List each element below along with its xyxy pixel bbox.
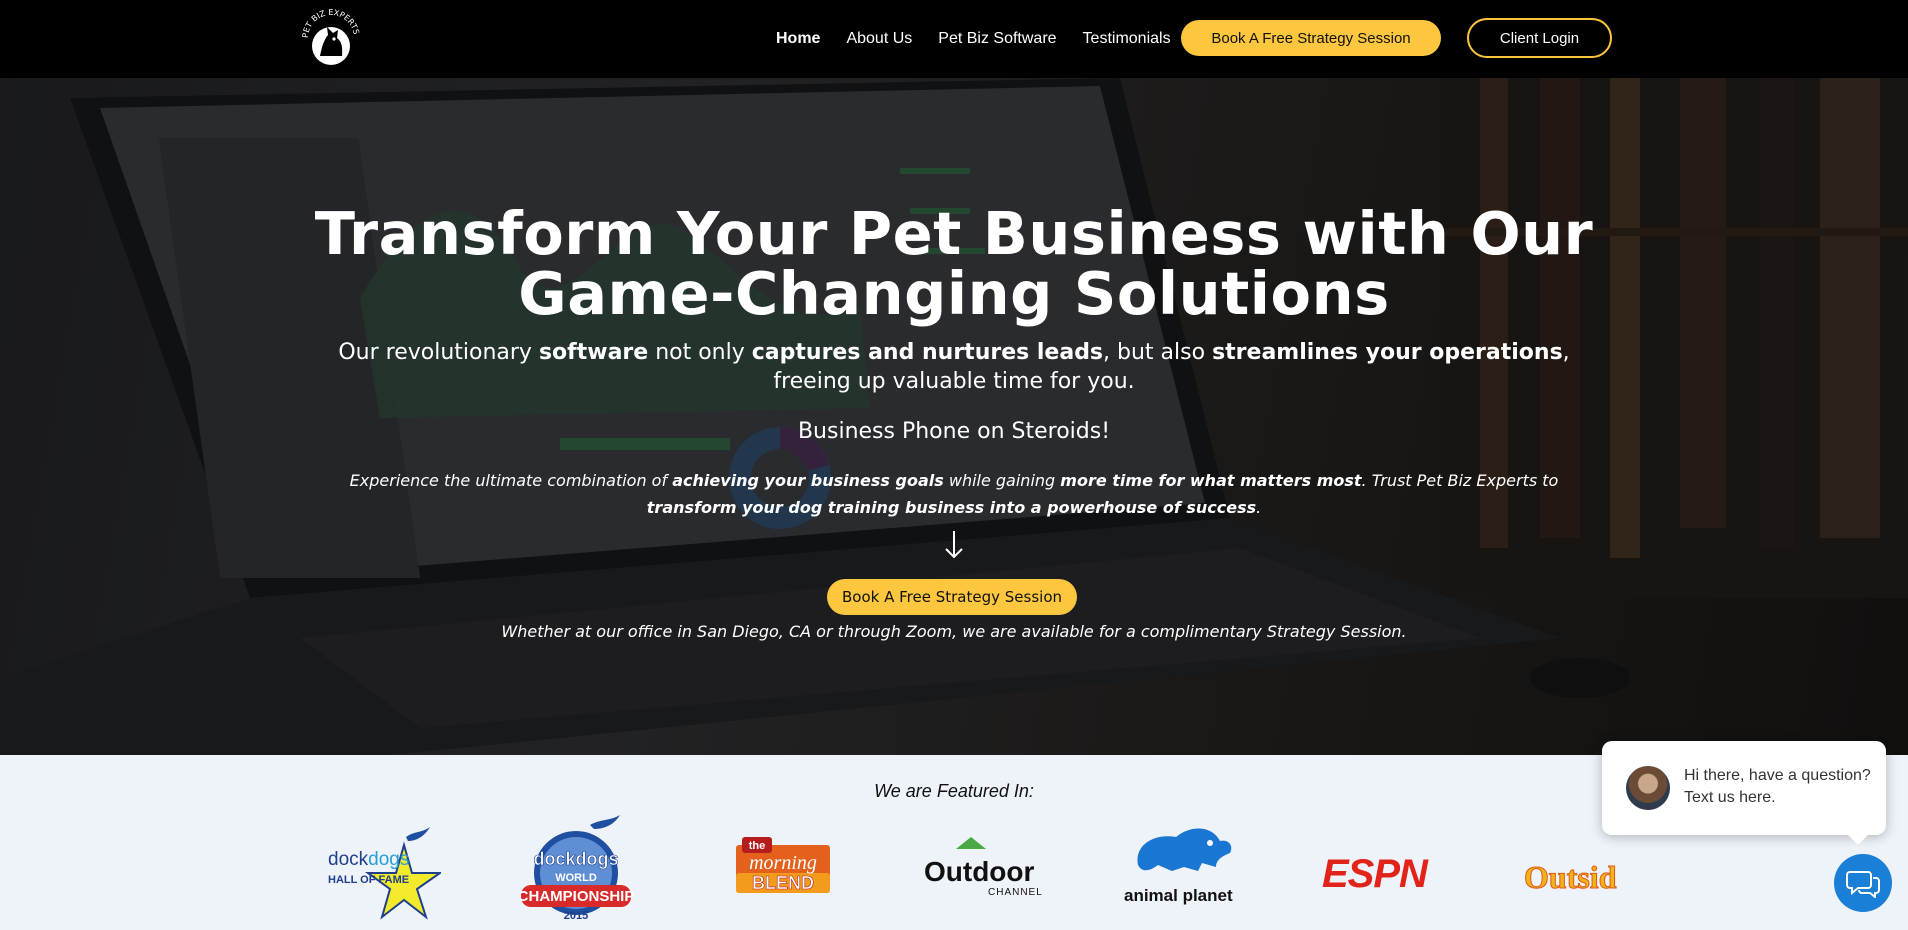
dockdogs-world-championship: CHAMPIONSHIP [520, 888, 634, 905]
hero-title-line2: Game-Changing Solutions [518, 259, 1390, 328]
chat-message: Hi there, have a question? Text us here. [1684, 767, 1871, 806]
top-navbar: PET BIZ EXPERTS Home About Us Pet Biz So… [0, 0, 1908, 78]
hero-sub-bold-2: captures and nurtures leads [751, 340, 1104, 365]
hero-sub-bold-3: streamlines your operations [1212, 340, 1563, 365]
hero-content: Transform Your Pet Business with Our Gam… [0, 78, 1908, 755]
dockdogs-hof-dogs: dogs [368, 849, 409, 870]
outdoor-channel-main: Outdoor [924, 856, 1035, 887]
dockdogs-world-year: 2015 [564, 910, 588, 922]
dockdogs-hof-dock: dock [328, 849, 369, 870]
chat-agent-avatar [1626, 766, 1670, 810]
espn-text: ESPN [1322, 852, 1429, 896]
exp-bold-1: achieving your business goals [672, 471, 944, 490]
chat-launcher-button[interactable] [1834, 854, 1892, 912]
hero-title-line1: Transform Your Pet Business with Our [314, 199, 1594, 268]
exp-text-1: Experience the ultimate combination of [349, 471, 673, 490]
hero-title: Transform Your Pet Business with Our Gam… [254, 204, 1654, 324]
outdoor-channel-logo: Outdoor CHANNEL [924, 815, 1042, 925]
dockdogs-world-world: WORLD [555, 872, 597, 884]
arrow-down-icon [940, 528, 968, 562]
animal-planet-text: animal planet [1124, 886, 1233, 905]
dockdogs-hall-of-fame-logo: dockdogs HALL OF FAME [326, 815, 441, 925]
animal-planet-logo: animal planet [1124, 815, 1242, 925]
exp-text-3: . Trust Pet Biz Experts to [1361, 471, 1559, 490]
dockdogs-world-title: dockdogs [533, 849, 618, 869]
hero-sub-text-2: not only [648, 340, 752, 365]
morning-blend-the: the [749, 840, 766, 852]
hero-subtitle: Our revolutionary software not only capt… [304, 338, 1604, 396]
morning-blend-blend: BLEND [752, 873, 814, 893]
morning-blend-morning: morning [749, 852, 817, 874]
main-menu: Home About Us Pet Biz Software Testimoni… [776, 0, 1197, 78]
hero-sub-text-1: Our revolutionary [338, 340, 539, 365]
hero-section: Transform Your Pet Business with Our Gam… [0, 78, 1908, 755]
the-morning-blend-logo: the morning BLEND [734, 815, 832, 925]
hero-phone-tagline: Business Phone on Steroids! [797, 419, 1111, 444]
outside-text: Outsid [1524, 859, 1617, 895]
exp-text-2: while gaining [943, 471, 1061, 490]
hero-availability-note: Whether at our office in San Diego, CA o… [501, 622, 1407, 641]
exp-bold-2: more time for what matters most [1060, 471, 1362, 490]
nav-pet-biz-software[interactable]: Pet Biz Software [938, 30, 1056, 48]
outdoor-channel-sub: CHANNEL [988, 887, 1042, 898]
chat-popup[interactable]: Hi there, have a question? Text us here. [1602, 741, 1886, 845]
svg-text:dockdogs: dockdogs [328, 849, 409, 870]
nav-about-us[interactable]: About Us [846, 30, 912, 48]
client-login-button[interactable]: Client Login [1467, 18, 1612, 58]
dockdogs-hof-hall-of-fame: HALL OF FAME [328, 874, 409, 886]
nav-home[interactable]: Home [776, 30, 820, 48]
chat-icon [1846, 871, 1880, 898]
pet-biz-experts-logo[interactable]: PET BIZ EXPERTS [300, 8, 362, 68]
hero-experience-text: Experience the ultimate combination of a… [304, 467, 1604, 521]
nav-testimonials[interactable]: Testimonials [1083, 30, 1171, 48]
exp-text-4: . [1256, 498, 1262, 517]
exp-bold-3: transform your dog training business int… [646, 498, 1257, 517]
hero-book-strategy-session-button[interactable]: Book A Free Strategy Session [827, 579, 1077, 615]
book-strategy-session-button[interactable]: Book A Free Strategy Session [1181, 20, 1441, 56]
dockdogs-world-championship-logo: dockdogs WORLD CHAMPIONSHIP 2015 [520, 815, 636, 925]
hero-sub-text-3: , but also [1103, 340, 1213, 365]
espn-logo: ESPN [1322, 815, 1446, 925]
hero-sub-bold-1: software [538, 340, 649, 365]
